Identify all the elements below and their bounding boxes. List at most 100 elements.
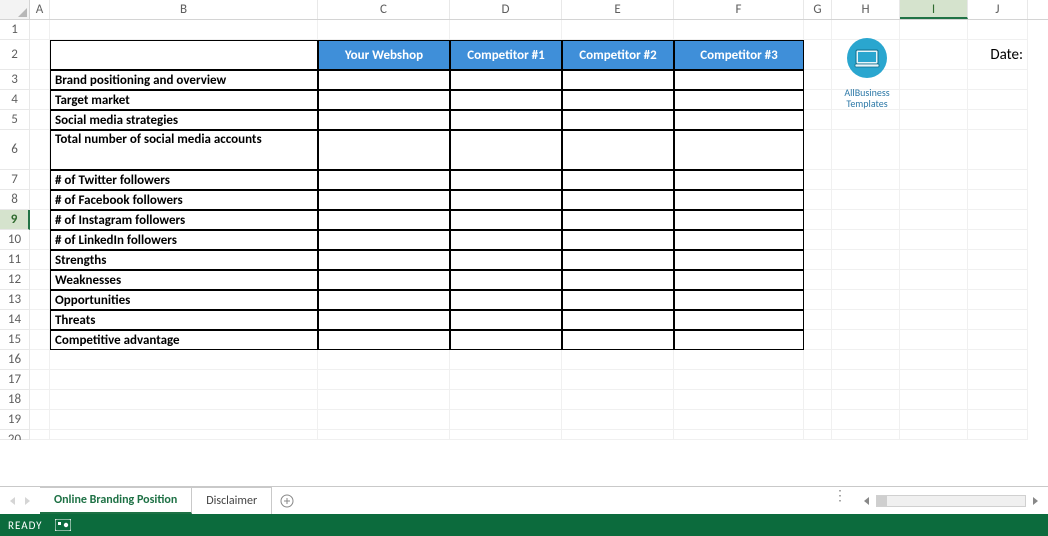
cell-A15[interactable]	[30, 330, 50, 350]
cell-H19[interactable]	[832, 410, 900, 430]
cell-E14[interactable]	[562, 310, 674, 330]
cell-J13[interactable]	[968, 290, 1028, 310]
label-opportunities[interactable]: Opportunities	[50, 290, 318, 310]
cell-I8[interactable]	[900, 190, 968, 210]
cell-D10[interactable]	[450, 230, 562, 250]
cell-A7[interactable]	[30, 170, 50, 190]
cell-H9[interactable]	[832, 210, 900, 230]
cell-I12[interactable]	[900, 270, 968, 290]
cell-A1[interactable]	[30, 20, 50, 40]
cell-C15[interactable]	[318, 330, 450, 350]
cell-I1[interactable]	[900, 20, 968, 40]
cell-A8[interactable]	[30, 190, 50, 210]
cell-H20[interactable]	[832, 430, 900, 440]
cell-E10[interactable]	[562, 230, 674, 250]
col-head-D[interactable]: D	[450, 0, 562, 19]
cell-J11[interactable]	[968, 250, 1028, 270]
label-competitive-advantage[interactable]: Competitive advantage	[50, 330, 318, 350]
cell-A6[interactable]	[30, 130, 50, 170]
row-head-2[interactable]: 2	[0, 40, 30, 70]
cell-D13[interactable]	[450, 290, 562, 310]
cell-F18[interactable]	[674, 390, 804, 410]
row-head-7[interactable]: 7	[0, 170, 30, 190]
label-facebook-followers[interactable]: # of Facebook followers	[50, 190, 318, 210]
cell-C3[interactable]	[318, 70, 450, 90]
cell-C8[interactable]	[318, 190, 450, 210]
cell-A4[interactable]	[30, 90, 50, 110]
cell-F14[interactable]	[674, 310, 804, 330]
cell-I16[interactable]	[900, 350, 968, 370]
cell-G12[interactable]	[804, 270, 832, 290]
row-head-16[interactable]: 16	[0, 350, 30, 370]
cell-G15[interactable]	[804, 330, 832, 350]
cell-I10[interactable]	[900, 230, 968, 250]
cell-F13[interactable]	[674, 290, 804, 310]
cell-I6[interactable]	[900, 130, 968, 170]
cell-I2[interactable]	[900, 40, 968, 70]
cell-G11[interactable]	[804, 250, 832, 270]
cell-E1[interactable]	[562, 20, 674, 40]
row-head-1[interactable]: 1	[0, 20, 30, 40]
cell-G10[interactable]	[804, 230, 832, 250]
col-head-H[interactable]: H	[832, 0, 900, 19]
cell-G19[interactable]	[804, 410, 832, 430]
cell-E9[interactable]	[562, 210, 674, 230]
cell-D12[interactable]	[450, 270, 562, 290]
col-head-C[interactable]: C	[318, 0, 450, 19]
cell-C7[interactable]	[318, 170, 450, 190]
cell-C14[interactable]	[318, 310, 450, 330]
row-head-10[interactable]: 10	[0, 230, 30, 250]
col-head-A[interactable]: A	[30, 0, 50, 19]
cell-E18[interactable]	[562, 390, 674, 410]
cell-E13[interactable]	[562, 290, 674, 310]
cell-F19[interactable]	[674, 410, 804, 430]
cell-E6[interactable]	[562, 130, 674, 170]
cell-B1[interactable]	[50, 20, 318, 40]
cell-G5[interactable]	[804, 110, 832, 130]
row-head-18[interactable]: 18	[0, 390, 30, 410]
cell-A5[interactable]	[30, 110, 50, 130]
cell-A16[interactable]	[30, 350, 50, 370]
cell-H15[interactable]	[832, 330, 900, 350]
cell-G20[interactable]	[804, 430, 832, 440]
label-twitter-followers[interactable]: # of Twitter followers	[50, 170, 318, 190]
cell-A14[interactable]	[30, 310, 50, 330]
cell-H14[interactable]	[832, 310, 900, 330]
row-head-6[interactable]: 6	[0, 130, 30, 170]
cell-F6[interactable]	[674, 130, 804, 170]
cell-C1[interactable]	[318, 20, 450, 40]
cell-C10[interactable]	[318, 230, 450, 250]
cell-F5[interactable]	[674, 110, 804, 130]
cell-J10[interactable]	[968, 230, 1028, 250]
row-head-3[interactable]: 3	[0, 70, 30, 90]
cell-C17[interactable]	[318, 370, 450, 390]
cell-J14[interactable]	[968, 310, 1028, 330]
cell-J12[interactable]	[968, 270, 1028, 290]
cell-H18[interactable]	[832, 390, 900, 410]
label-total-social-accounts[interactable]: Total number of social media accounts	[50, 130, 318, 170]
scrollbar-thumb[interactable]	[877, 496, 887, 506]
cell-J19[interactable]	[968, 410, 1028, 430]
cell-G8[interactable]	[804, 190, 832, 210]
cell-D18[interactable]	[450, 390, 562, 410]
tab-online-branding-position[interactable]: Online Branding Position	[40, 487, 192, 514]
cell-A13[interactable]	[30, 290, 50, 310]
col-head-F[interactable]: F	[674, 0, 804, 19]
cell-B17[interactable]	[50, 370, 318, 390]
cell-C16[interactable]	[318, 350, 450, 370]
cell-A3[interactable]	[30, 70, 50, 90]
scroll-left-icon[interactable]	[862, 496, 872, 506]
cell-D15[interactable]	[450, 330, 562, 350]
cell-A18[interactable]	[30, 390, 50, 410]
cell-A17[interactable]	[30, 370, 50, 390]
row-head-13[interactable]: 13	[0, 290, 30, 310]
cell-H17[interactable]	[832, 370, 900, 390]
cell-C18[interactable]	[318, 390, 450, 410]
cell-G6[interactable]	[804, 130, 832, 170]
cell-G3[interactable]	[804, 70, 832, 90]
cell-G7[interactable]	[804, 170, 832, 190]
macro-recording-icon[interactable]	[55, 519, 71, 531]
cell-I9[interactable]	[900, 210, 968, 230]
cell-D11[interactable]	[450, 250, 562, 270]
cell-E19[interactable]	[562, 410, 674, 430]
